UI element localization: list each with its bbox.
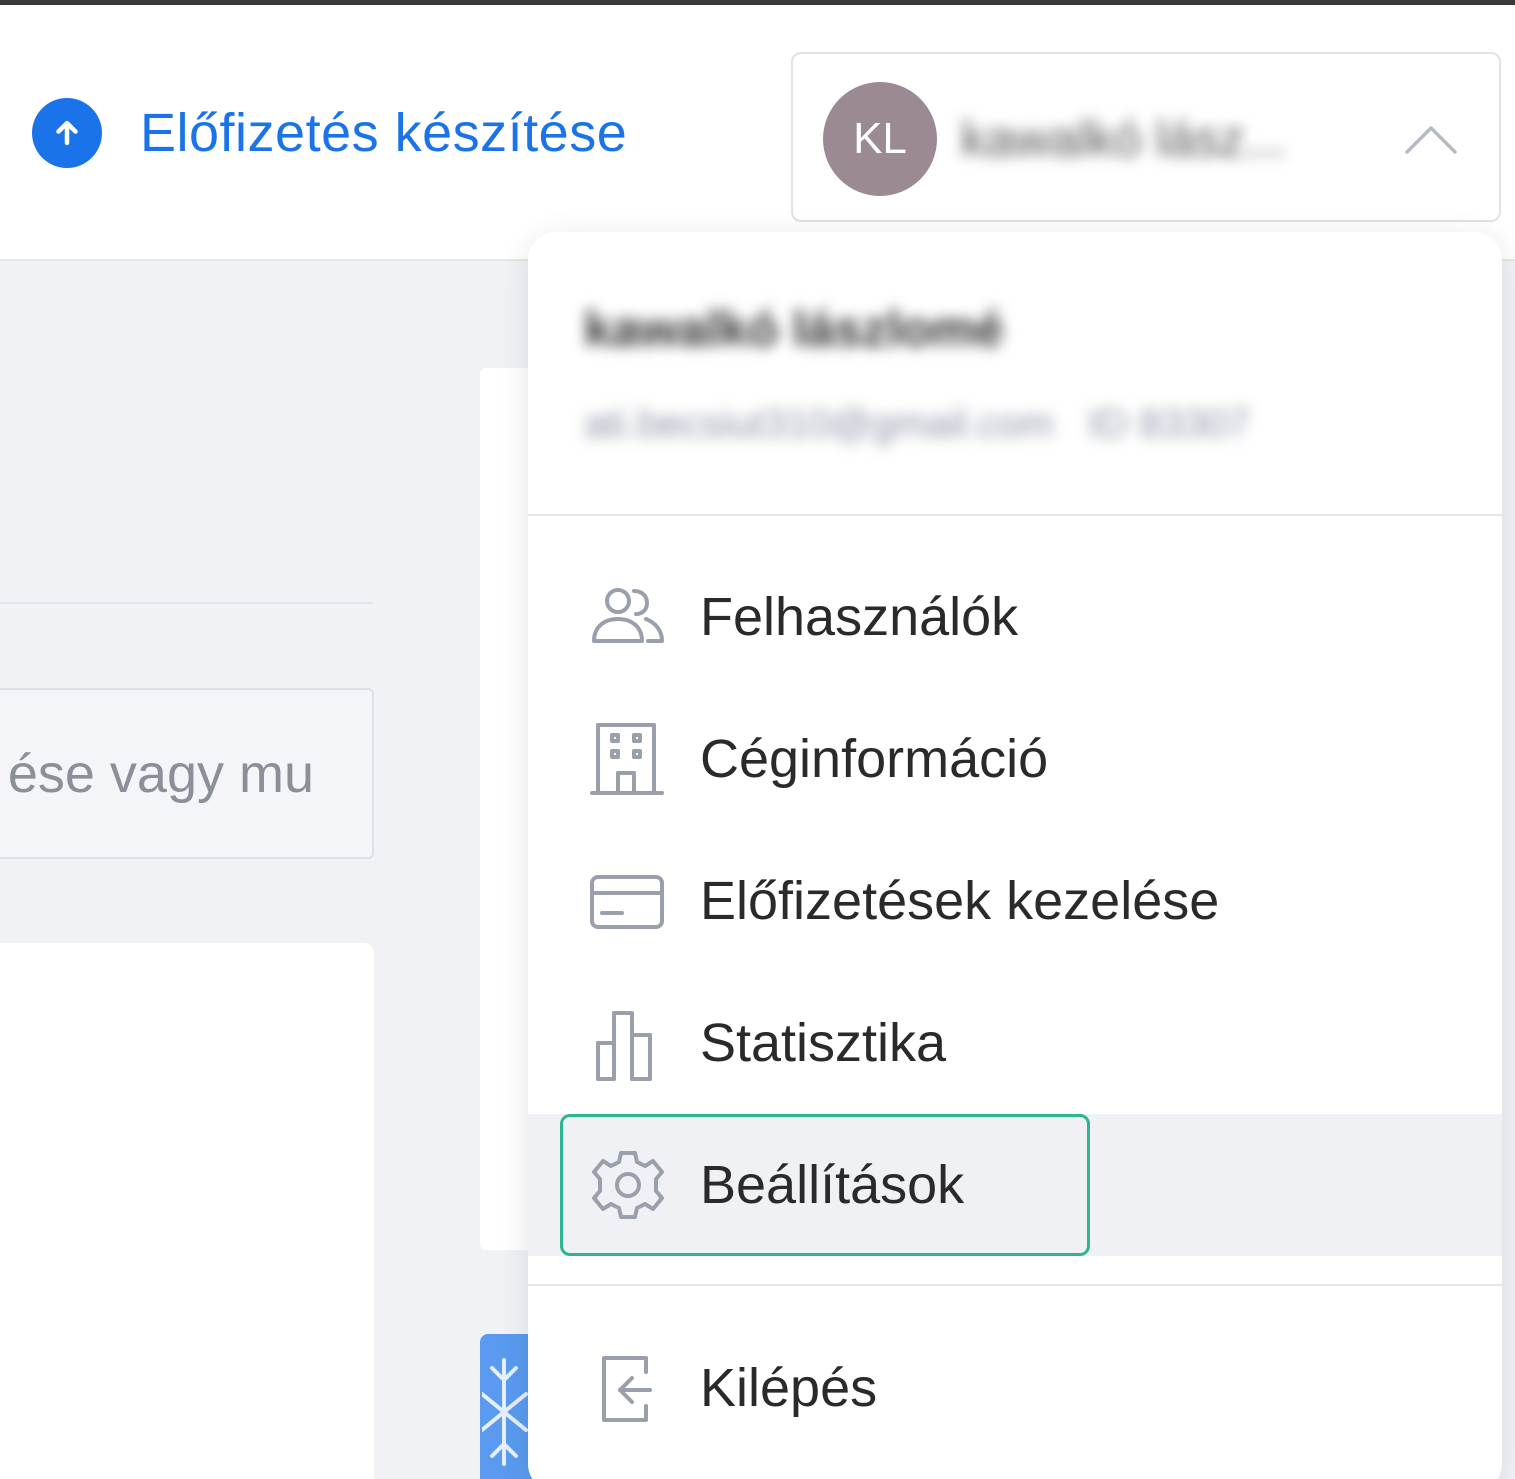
user-dropdown-menu: kawalkó lászlomé ati.becsiut310@gmail.co… bbox=[528, 232, 1502, 1479]
menu-item-logout[interactable]: Kilépés bbox=[528, 1317, 1502, 1459]
search-input[interactable] bbox=[0, 690, 374, 857]
search-field[interactable] bbox=[0, 688, 374, 859]
credit-card-icon bbox=[590, 875, 664, 929]
menu-item-label: Céginformáció bbox=[700, 729, 1049, 789]
menu-item-manage-subscriptions[interactable]: Előfizetések kezelése bbox=[528, 830, 1502, 972]
arrow-up-circle-icon bbox=[32, 98, 102, 168]
gear-icon bbox=[592, 1151, 664, 1219]
menu-item-label: Kilépés bbox=[700, 1358, 878, 1418]
bar-chart-icon bbox=[596, 1011, 652, 1081]
content-card bbox=[0, 943, 374, 1479]
create-subscription-button[interactable]: Előfizetés készítése bbox=[32, 95, 627, 171]
dropdown-divider bbox=[528, 1284, 1502, 1286]
building-icon bbox=[590, 723, 664, 795]
dropdown-user-name: kawalkó lászlomé bbox=[584, 301, 1004, 357]
menu-item-label: Beállítások bbox=[700, 1155, 965, 1215]
menu-item-settings[interactable]: Beállítások bbox=[528, 1114, 1502, 1256]
dropdown-user-email-line: ati.becsiut310@gmail.com ID 83307 bbox=[584, 402, 1250, 447]
chevron-up-icon bbox=[1405, 126, 1457, 154]
dropdown-user-info: kawalkó lászlomé ati.becsiut310@gmail.co… bbox=[528, 232, 1502, 516]
top-header: Előfizetés készítése KL kawalkó lász... bbox=[0, 5, 1515, 261]
content-divider bbox=[0, 602, 373, 604]
menu-item-label: Felhasználók bbox=[700, 587, 1019, 647]
logout-icon bbox=[602, 1356, 652, 1422]
avatar: KL bbox=[823, 82, 937, 196]
create-subscription-label: Előfizetés készítése bbox=[140, 103, 628, 163]
menu-item-label: Előfizetések kezelése bbox=[700, 871, 1220, 931]
menu-item-company-info[interactable]: Céginformáció bbox=[528, 688, 1502, 830]
menu-item-users[interactable]: Felhasználók bbox=[528, 546, 1502, 688]
menu-item-label: Statisztika bbox=[700, 1013, 947, 1073]
user-name-truncated: kawalkó lász... bbox=[961, 111, 1287, 167]
users-icon bbox=[592, 588, 664, 643]
dropdown-user-id: ID 83307 bbox=[1087, 402, 1251, 446]
menu-item-statistics[interactable]: Statisztika bbox=[528, 972, 1502, 1114]
dropdown-user-email: ati.becsiut310@gmail.com bbox=[584, 402, 1054, 446]
user-menu-toggle[interactable]: KL kawalkó lász... bbox=[791, 52, 1501, 222]
